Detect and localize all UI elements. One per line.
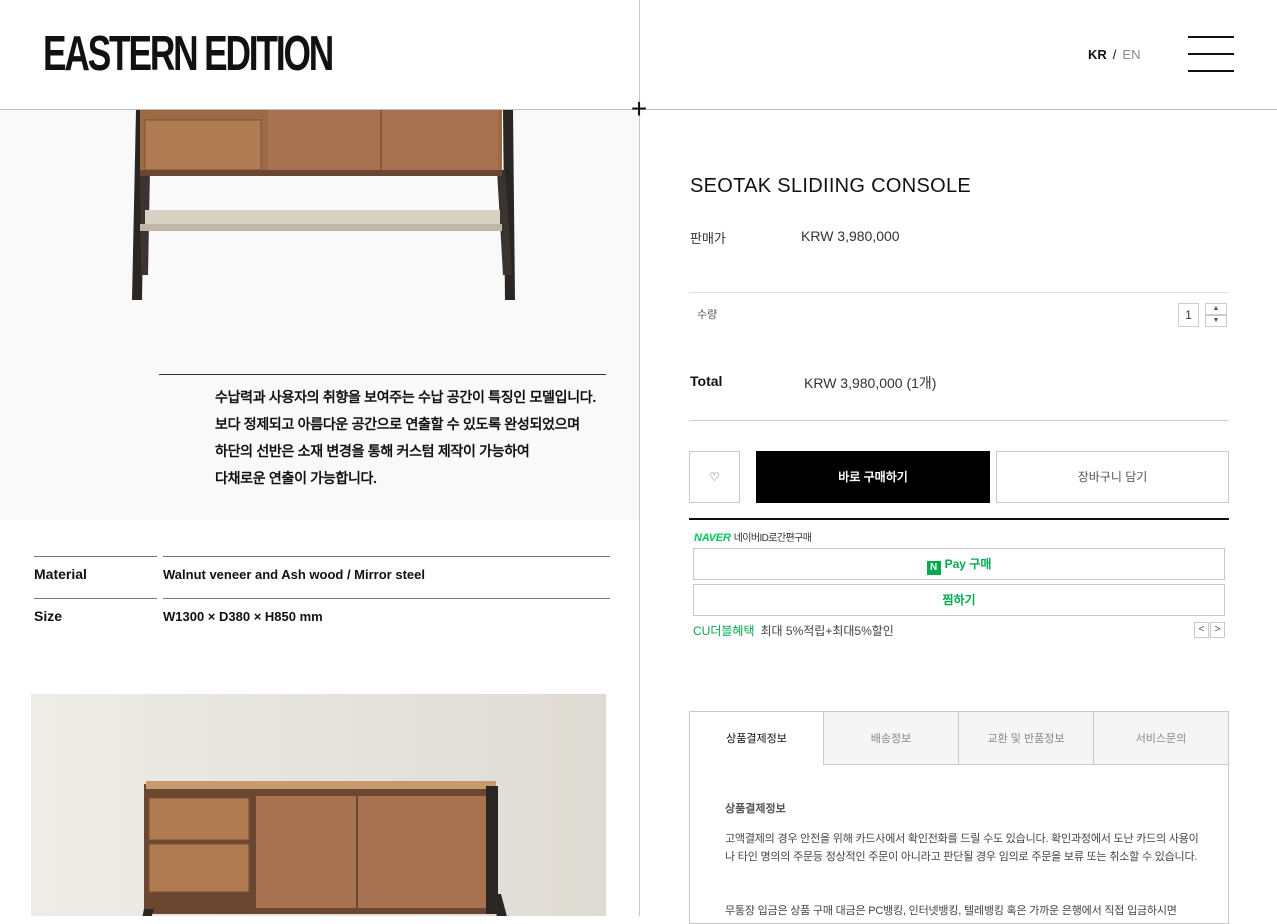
tab-panel-paragraph: 무통장 입금은 상품 구매 대금은 PC뱅킹, 인터넷뱅킹, 텔레뱅킹 혹은 가…: [725, 905, 1177, 917]
site-logo[interactable]: EASTERN EDITION: [43, 28, 334, 80]
info-tabs: 상품결제정보 배송정보 교환 및 반품정보 서비스문의: [689, 711, 1229, 765]
chevron-right-icon[interactable]: >: [1210, 622, 1225, 638]
spec-row-material: Material Walnut veneer and Ash wood / Mi…: [34, 556, 610, 598]
product-gallery-column: 수납력과 사용자의 취향을 보여주는 수납 공간이 특징인 모델입니다. 보다 …: [0, 110, 639, 916]
quantity-up-icon[interactable]: ▲: [1205, 303, 1227, 315]
product-title: SEOTAK SLIDIING CONSOLE: [690, 175, 972, 197]
total-label: Total: [690, 373, 723, 389]
cu-benefit: CU더블혜택 최대 5%적립+최대5%할인: [693, 622, 894, 639]
naver-pay-header: NAVER 네이버ID로간편구매: [694, 529, 812, 544]
language-switcher: KR / EN: [1088, 47, 1140, 62]
column-divider: [639, 0, 640, 916]
naver-tagline: 네이버ID로간편구매: [733, 533, 812, 544]
add-to-cart-button[interactable]: 장바구니 담기: [996, 451, 1229, 503]
lang-kr-link[interactable]: KR: [1088, 47, 1107, 62]
quantity-input[interactable]: 1: [1178, 303, 1199, 327]
tab-panel: 상품결제정보 고액결제의 경우 안전을 위해 카드사에서 확인전화를 드릴 수도…: [689, 764, 1229, 924]
plus-icon: +: [630, 93, 648, 124]
console-image-top: [0, 110, 639, 374]
naver-wishlist-button[interactable]: 찜하기: [693, 584, 1225, 616]
tab-shipping-info[interactable]: 배송정보: [823, 711, 959, 765]
divider: [689, 292, 1229, 293]
wishlist-heart-icon[interactable]: ♡: [689, 451, 740, 503]
tab-panel-heading: 상품결제정보: [725, 803, 786, 815]
description-rule: [159, 374, 606, 375]
total-value: KRW 3,980,000 (1개): [804, 375, 937, 391]
buy-now-button[interactable]: 바로 구매하기: [756, 451, 990, 503]
spec-value: Walnut veneer and Ash wood / Mirror stee…: [163, 567, 425, 582]
tab-payment-info[interactable]: 상품결제정보: [689, 711, 824, 765]
price-label: 판매가: [690, 231, 726, 246]
spec-label: Size: [34, 608, 63, 624]
price-value: KRW 3,980,000: [801, 228, 900, 244]
quantity-label: 수량: [697, 309, 718, 321]
tab-panel-paragraph: 고액결제의 경우 안전을 위해 카드사에서 확인전화를 드릴 수도 있습니다. …: [725, 833, 1199, 863]
spec-value: W1300 × D380 × H850 mm: [163, 609, 323, 624]
product-description: 수납력과 사용자의 취향을 보여주는 수납 공간이 특징인 모델입니다. 보다 …: [215, 384, 596, 492]
description-line: 하단의 선반은 소재 변경을 통해 커스텀 제작이 가능하여: [215, 443, 530, 459]
naver-logo: NAVER: [694, 532, 731, 544]
divider: [689, 420, 1229, 421]
naver-n-icon: N: [926, 561, 941, 575]
spec-row-size: Size W1300 × D380 × H850 mm: [34, 598, 610, 640]
quantity-down-icon[interactable]: ▼: [1205, 315, 1227, 327]
description-line: 수납력과 사용자의 취향을 보여주는 수납 공간이 특징인 모델입니다.: [215, 389, 596, 405]
tab-service-inquiry[interactable]: 서비스문의: [1093, 711, 1229, 765]
lang-en-link[interactable]: EN: [1122, 47, 1140, 62]
lang-separator: /: [1112, 47, 1117, 62]
spec-label: Material: [34, 566, 87, 582]
naver-pay-button[interactable]: N Pay 구매: [693, 548, 1225, 580]
product-info-column: SEOTAK SLIDIING CONSOLE 판매가 KRW 3,980,00…: [640, 110, 1277, 924]
product-image-lifestyle: [31, 694, 606, 916]
hamburger-menu-icon[interactable]: [1188, 35, 1234, 75]
description-line: 다채로운 연출이 가능합니다.: [215, 470, 377, 486]
chevron-left-icon[interactable]: <: [1194, 622, 1209, 638]
cu-benefit-text: 최대 5%적립+최대5%할인: [760, 624, 894, 638]
console-image-bottom: [31, 694, 606, 916]
naver-pay-label: Pay 구매: [944, 557, 992, 571]
description-line: 보다 정제되고 아름다운 공간으로 연출할 수 있도록 완성되었으며: [215, 416, 580, 432]
divider-bold: [689, 518, 1229, 520]
tab-exchange-return[interactable]: 교환 및 반품정보: [958, 711, 1094, 765]
cu-benefit-label[interactable]: CU더블혜택: [693, 624, 755, 638]
